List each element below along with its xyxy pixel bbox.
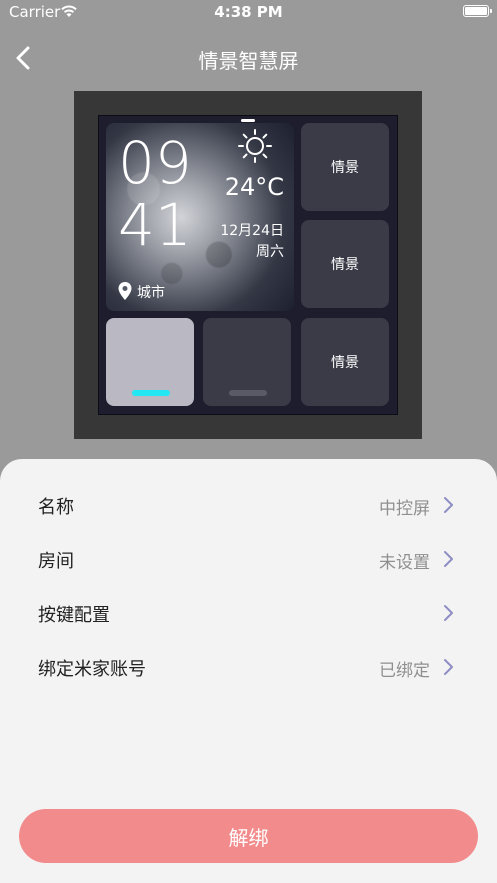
settings-row-key-config[interactable]: 按键配置 xyxy=(38,598,458,628)
scene-tile-1[interactable]: 情景 xyxy=(301,123,389,211)
row-label: 按键配置 xyxy=(38,605,110,626)
sun-icon xyxy=(238,129,272,163)
device-preview: 09 41 24°C 12月24日 周六 城市 情景 情景 情景 xyxy=(74,91,422,439)
scene-tile-2[interactable]: 情景 xyxy=(301,220,389,308)
chevron-right-icon xyxy=(444,659,453,675)
scene-tile-3[interactable]: 情景 xyxy=(301,318,389,406)
weather-clock-tile[interactable]: 09 41 24°C 12月24日 周六 城市 xyxy=(106,123,294,311)
chevron-right-icon xyxy=(444,551,453,567)
page-title: 情景智慧屏 xyxy=(198,49,299,73)
row-label: 名称 xyxy=(38,497,74,518)
status-time: 4:38 PM xyxy=(214,3,283,21)
switch-indicator-on xyxy=(132,390,170,396)
row-label: 房间 xyxy=(38,551,74,572)
location-pin-icon xyxy=(118,282,132,300)
settings-row-room[interactable]: 房间 未设置 xyxy=(38,544,458,574)
city-label: 城市 xyxy=(137,285,165,301)
switch-tile-off[interactable] xyxy=(203,318,291,406)
row-label: 绑定米家账号 xyxy=(38,659,146,680)
scene-label: 情景 xyxy=(331,160,359,176)
row-value: 未设置 xyxy=(379,553,430,573)
temperature: 24°C xyxy=(224,173,284,201)
device-screen: 09 41 24°C 12月24日 周六 城市 情景 情景 情景 xyxy=(98,115,398,415)
settings-row-name[interactable]: 名称 中控屏 xyxy=(38,490,458,520)
chevron-right-icon xyxy=(444,605,453,621)
date: 12月24日 xyxy=(220,223,284,239)
status-bar: Carrier 4:38 PM xyxy=(0,0,497,26)
clock-hour: 09 xyxy=(118,129,192,197)
clock-minute: 41 xyxy=(118,191,192,259)
row-value: 中控屏 xyxy=(379,499,430,519)
chevron-right-icon xyxy=(444,497,453,513)
row-value: 已绑定 xyxy=(379,661,430,681)
weekday: 周六 xyxy=(256,244,284,260)
switch-tile-on[interactable] xyxy=(106,318,194,406)
settings-row-mijia-account[interactable]: 绑定米家账号 已绑定 xyxy=(38,652,458,682)
battery-icon xyxy=(463,5,492,17)
scene-label: 情景 xyxy=(331,257,359,273)
unbind-button[interactable]: 解绑 xyxy=(19,809,478,863)
switch-indicator-off xyxy=(229,390,267,396)
screen-indicator xyxy=(241,119,255,122)
scene-label: 情景 xyxy=(331,355,359,371)
